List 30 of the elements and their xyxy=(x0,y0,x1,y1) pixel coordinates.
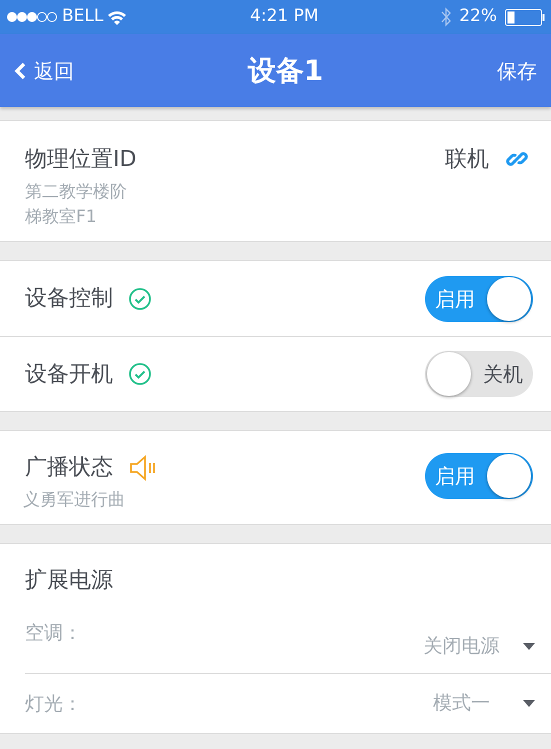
song-name: 义勇军进行曲 xyxy=(23,489,126,512)
check-circle-icon xyxy=(129,288,151,310)
clock-time: 4:21 PM xyxy=(250,6,319,26)
caret-icon xyxy=(523,700,535,707)
check-circle-icon xyxy=(129,363,151,386)
bluetooth-icon xyxy=(441,7,452,27)
save-button[interactable]: 保存 xyxy=(497,56,537,86)
signal-icon xyxy=(6,11,58,23)
dropdown-select[interactable]: 关闭电源 xyxy=(414,632,535,661)
toggle-switch[interactable]: 启用 xyxy=(425,452,533,499)
section-title: 扩展电源 xyxy=(25,566,114,595)
battery-icon xyxy=(505,8,545,26)
back-button[interactable]: 返回 xyxy=(14,56,74,86)
toggle-switch[interactable]: 关机 xyxy=(425,351,533,398)
control-label: 设备控制 xyxy=(25,285,113,314)
wifi-icon xyxy=(107,10,128,24)
control-label: 设备开机 xyxy=(25,360,113,389)
caret-icon xyxy=(523,643,535,650)
chevron-left-icon xyxy=(14,62,26,80)
toggle-switch[interactable]: 启用 xyxy=(425,276,533,322)
battery-percent: 22% xyxy=(459,5,497,28)
location-value: 第二教学楼阶梯教室F1 xyxy=(25,181,128,229)
location-label: 物理位置ID xyxy=(25,146,136,174)
broadcast-label: 广播状态 xyxy=(25,454,113,482)
carrier-name: BELL xyxy=(62,5,104,28)
select-label: 灯光： xyxy=(25,692,82,717)
online-status: 联机 xyxy=(445,146,489,174)
dropdown-select[interactable]: 模式一 xyxy=(414,689,535,718)
page-title: 设备1 xyxy=(248,54,324,86)
select-label: 空调： xyxy=(25,620,82,646)
